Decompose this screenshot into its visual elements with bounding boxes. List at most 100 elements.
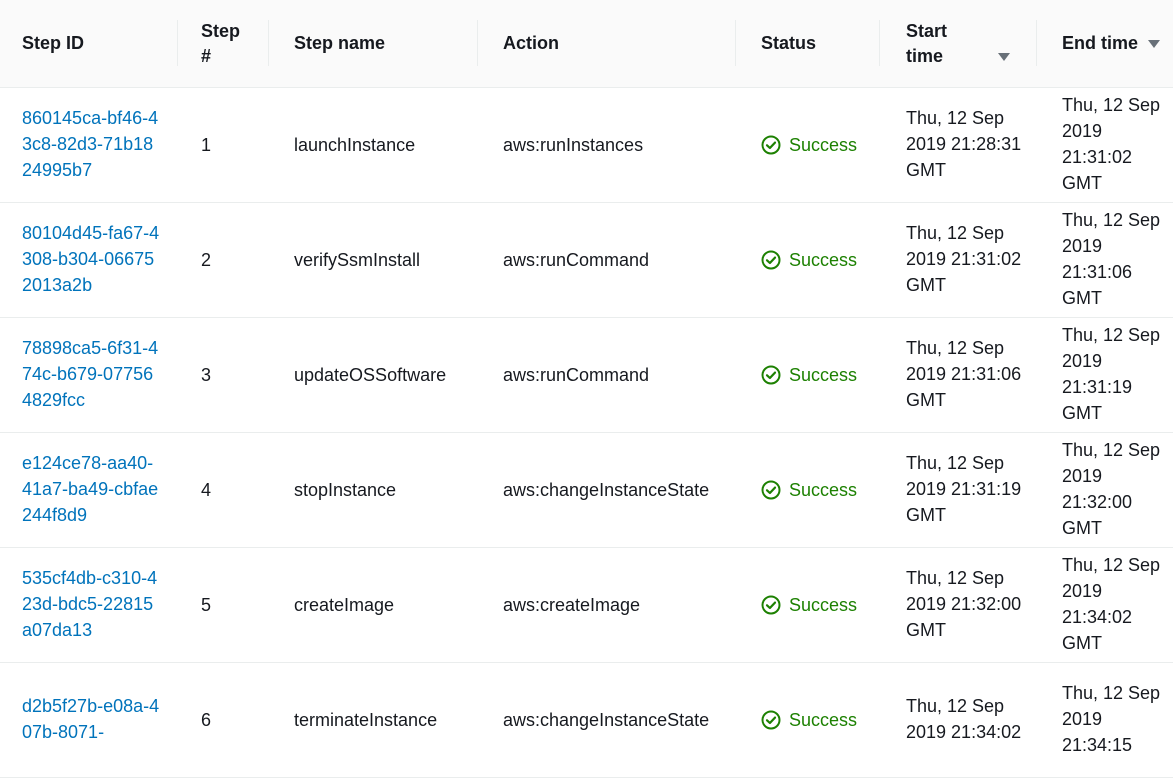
step-number-cell: 5 bbox=[201, 548, 261, 662]
end-time-cell: Thu, 12 Sep 2019 21:31:06 GMT bbox=[1062, 203, 1173, 317]
action-cell: aws:runCommand bbox=[503, 318, 728, 432]
step-number: 4 bbox=[201, 479, 212, 500]
status-badge: Success bbox=[761, 480, 857, 501]
end-time-cell: Thu, 12 Sep 2019 21:34:15 bbox=[1062, 663, 1173, 777]
start-time: Thu, 12 Sep 2019 21:32:00 GMT bbox=[906, 568, 1022, 640]
step-name-cell: updateOSSoftware bbox=[294, 318, 474, 432]
header-status[interactable]: Status bbox=[761, 0, 871, 87]
step-action: aws:runInstances bbox=[503, 134, 644, 155]
status-cell: Success bbox=[761, 88, 871, 202]
step-id-cell: 535cf4db-c310-423d-bdc5-22815a07da13 bbox=[22, 548, 162, 662]
status-badge: Success bbox=[761, 135, 857, 156]
header-label: End time bbox=[1062, 33, 1139, 53]
header-step-number[interactable]: Step # bbox=[201, 0, 261, 87]
start-time-cell: Thu, 12 Sep 2019 21:32:00 GMT bbox=[906, 548, 1024, 662]
status-cell: Success bbox=[761, 203, 871, 317]
end-time: Thu, 12 Sep 2019 21:31:19 GMT bbox=[1062, 325, 1161, 423]
sort-down-icon[interactable] bbox=[1148, 39, 1161, 48]
table-row: 80104d45-fa67-4308-b304-066752013a2b 2 v… bbox=[0, 203, 1173, 318]
status-cell: Success bbox=[761, 548, 871, 662]
header-label: Status bbox=[761, 33, 817, 53]
check-circle-icon bbox=[761, 250, 781, 270]
step-number-cell: 1 bbox=[201, 88, 261, 202]
status-cell: Success bbox=[761, 318, 871, 432]
step-number: 2 bbox=[201, 249, 212, 270]
end-time: Thu, 12 Sep 2019 21:34:02 GMT bbox=[1062, 555, 1161, 653]
step-name: terminateInstance bbox=[294, 709, 438, 730]
step-id-link[interactable]: e124ce78-aa40-41a7-ba49-cbfae244f8d9 bbox=[22, 451, 162, 528]
step-number-cell: 3 bbox=[201, 318, 261, 432]
start-time: Thu, 12 Sep 2019 21:31:19 GMT bbox=[906, 453, 1022, 525]
start-time: Thu, 12 Sep 2019 21:31:02 GMT bbox=[906, 223, 1022, 295]
step-name: createImage bbox=[294, 594, 395, 615]
header-step-id[interactable]: Step ID bbox=[22, 0, 172, 87]
step-id-cell: d2b5f27b-e08a-407b-8071- bbox=[22, 663, 162, 777]
header-action[interactable]: Action bbox=[503, 0, 723, 87]
end-time-cell: Thu, 12 Sep 2019 21:32:00 GMT bbox=[1062, 433, 1173, 547]
step-number: 1 bbox=[201, 134, 212, 155]
status-text: Success bbox=[789, 249, 858, 270]
status-text: Success bbox=[789, 709, 858, 730]
step-id-cell: 78898ca5-6f31-474c-b679-077564829fcc bbox=[22, 318, 162, 432]
step-id-link[interactable]: 860145ca-bf46-43c8-82d3-71b1824995b7 bbox=[22, 106, 162, 183]
end-time: Thu, 12 Sep 2019 21:34:15 bbox=[1062, 683, 1161, 755]
step-action: aws:runCommand bbox=[503, 249, 650, 270]
column-divider bbox=[879, 20, 880, 66]
table-row: 535cf4db-c310-423d-bdc5-22815a07da13 5 c… bbox=[0, 548, 1173, 663]
start-time-cell: Thu, 12 Sep 2019 21:31:06 GMT bbox=[906, 318, 1024, 432]
column-divider bbox=[1036, 20, 1037, 66]
action-cell: aws:changeInstanceState bbox=[503, 433, 728, 547]
column-divider bbox=[477, 20, 478, 66]
start-time-cell: Thu, 12 Sep 2019 21:31:19 GMT bbox=[906, 433, 1024, 547]
step-number: 3 bbox=[201, 364, 212, 385]
status-badge: Success bbox=[761, 710, 857, 731]
end-time-cell: Thu, 12 Sep 2019 21:31:19 GMT bbox=[1062, 318, 1173, 432]
step-id-link[interactable]: 78898ca5-6f31-474c-b679-077564829fcc bbox=[22, 336, 162, 413]
status-text: Success bbox=[789, 594, 858, 615]
status-badge: Success bbox=[761, 365, 857, 386]
check-circle-icon bbox=[761, 595, 781, 615]
header-end-time[interactable]: End time bbox=[1062, 0, 1173, 87]
step-number: 5 bbox=[201, 594, 212, 615]
header-label: Start time bbox=[906, 20, 948, 66]
check-circle-icon bbox=[761, 135, 781, 155]
header-label: Step # bbox=[201, 20, 241, 66]
end-time-cell: Thu, 12 Sep 2019 21:31:02 GMT bbox=[1062, 88, 1173, 202]
start-time: Thu, 12 Sep 2019 21:34:02 bbox=[906, 696, 1022, 742]
step-name-cell: terminateInstance bbox=[294, 663, 474, 777]
header-label: Step ID bbox=[22, 33, 85, 53]
action-cell: aws:changeInstanceState bbox=[503, 663, 728, 777]
step-id-link[interactable]: d2b5f27b-e08a-407b-8071- bbox=[22, 694, 162, 746]
action-cell: aws:createImage bbox=[503, 548, 728, 662]
action-cell: aws:runInstances bbox=[503, 88, 728, 202]
end-time: Thu, 12 Sep 2019 21:31:02 GMT bbox=[1062, 95, 1161, 193]
step-name-cell: createImage bbox=[294, 548, 474, 662]
column-divider bbox=[177, 20, 178, 66]
step-id-link[interactable]: 80104d45-fa67-4308-b304-066752013a2b bbox=[22, 221, 162, 298]
step-number: 6 bbox=[201, 709, 212, 730]
check-circle-icon bbox=[761, 480, 781, 500]
step-name: updateOSSoftware bbox=[294, 364, 447, 385]
status-cell: Success bbox=[761, 433, 871, 547]
header-start-time[interactable]: Start time bbox=[906, 0, 1016, 87]
check-circle-icon bbox=[761, 710, 781, 730]
step-name-cell: launchInstance bbox=[294, 88, 474, 202]
step-action: aws:createImage bbox=[503, 594, 641, 615]
status-text: Success bbox=[789, 364, 858, 385]
sort-down-icon[interactable] bbox=[998, 52, 1010, 61]
step-action: aws:changeInstanceState bbox=[503, 479, 710, 500]
step-name-cell: verifySsmInstall bbox=[294, 203, 474, 317]
step-id-cell: e124ce78-aa40-41a7-ba49-cbfae244f8d9 bbox=[22, 433, 162, 547]
header-step-name[interactable]: Step name bbox=[294, 0, 474, 87]
step-name-cell: stopInstance bbox=[294, 433, 474, 547]
end-time: Thu, 12 Sep 2019 21:32:00 GMT bbox=[1062, 440, 1161, 538]
step-action: aws:changeInstanceState bbox=[503, 709, 710, 730]
step-id-link[interactable]: 535cf4db-c310-423d-bdc5-22815a07da13 bbox=[22, 566, 162, 643]
step-number-cell: 6 bbox=[201, 663, 261, 777]
end-time-cell: Thu, 12 Sep 2019 21:34:02 GMT bbox=[1062, 548, 1173, 662]
action-cell: aws:runCommand bbox=[503, 203, 728, 317]
check-circle-icon bbox=[761, 365, 781, 385]
step-name: stopInstance bbox=[294, 479, 397, 500]
step-action: aws:runCommand bbox=[503, 364, 650, 385]
start-time: Thu, 12 Sep 2019 21:28:31 GMT bbox=[906, 108, 1022, 180]
